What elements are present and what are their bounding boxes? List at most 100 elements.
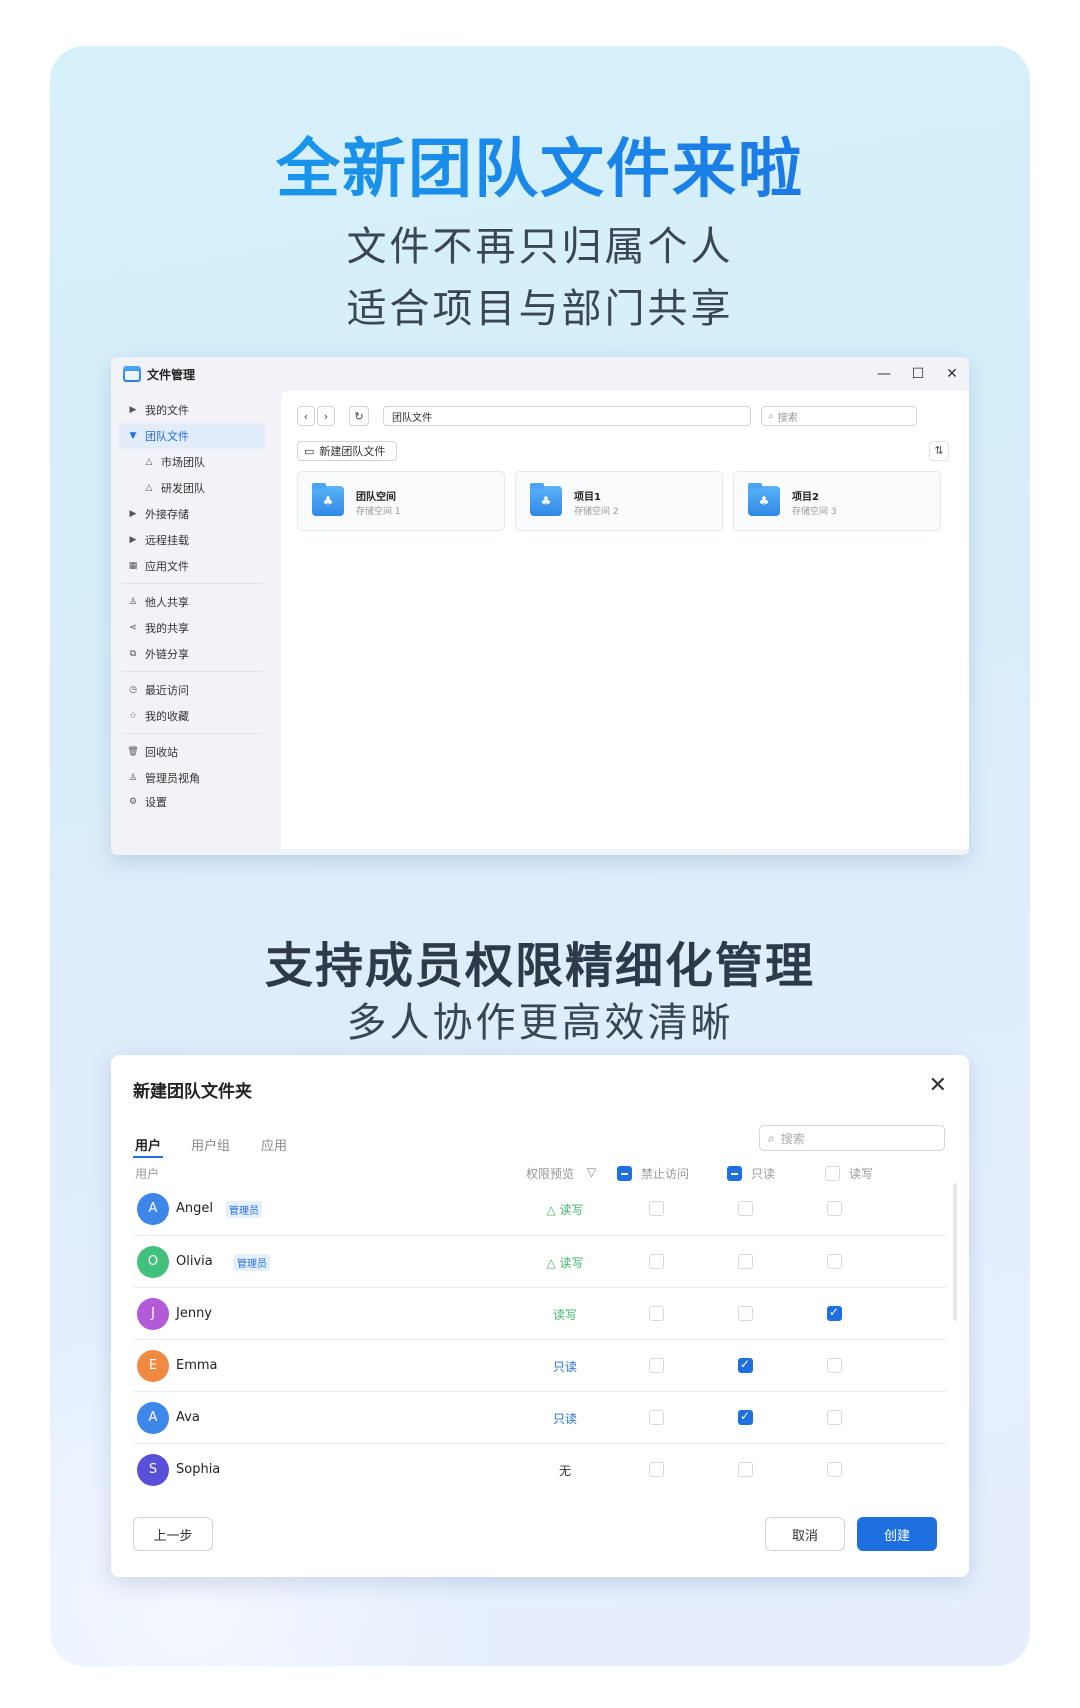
deny-checkbox[interactable] bbox=[649, 1201, 664, 1216]
table-row[interactable]: J Jenny 读写 bbox=[133, 1287, 947, 1339]
chevron-left-icon: ‹ bbox=[303, 409, 309, 423]
sort-button[interactable]: ⇅ bbox=[929, 441, 949, 461]
app-folder-icon bbox=[123, 366, 141, 382]
table-row[interactable]: O Olivia 管理员 △ 读写 bbox=[133, 1235, 947, 1287]
deny-checkbox[interactable] bbox=[649, 1358, 664, 1373]
sidebar-item-app-files[interactable]: ▦ 应用文件 bbox=[119, 553, 265, 579]
column-header-read: 只读 bbox=[751, 1167, 776, 1181]
rw-checkbox[interactable] bbox=[827, 1410, 842, 1425]
refresh-button[interactable]: ↻ bbox=[349, 406, 369, 426]
sidebar-item-team-files[interactable]: ▼ 团队文件 bbox=[119, 423, 265, 449]
deny-checkbox[interactable] bbox=[649, 1462, 664, 1477]
sidebar-item-my-shares[interactable]: ⋖ 我的共享 bbox=[119, 615, 265, 641]
search-input[interactable]: ⌕ 搜索 bbox=[759, 1125, 945, 1151]
folder-tile[interactable]: ♣ 项目2 存储空间 3 bbox=[733, 471, 941, 531]
rw-checkbox[interactable] bbox=[827, 1254, 842, 1269]
sidebar-item-label: 他人共享 bbox=[145, 596, 189, 609]
rw-checkbox[interactable] bbox=[827, 1462, 842, 1477]
folder-name: 项目2 bbox=[792, 492, 819, 503]
sidebar-item-shared-with-me[interactable]: ♙ 他人共享 bbox=[119, 589, 265, 615]
sidebar-item-label: 研发团队 bbox=[161, 482, 205, 495]
sidebar-item-admin-view[interactable]: ♙ 管理员视角 bbox=[119, 765, 265, 791]
sidebar-item-recent[interactable]: ◷ 最近访问 bbox=[119, 677, 265, 703]
close-icon[interactable]: ✕ bbox=[929, 1073, 947, 1098]
scrollbar[interactable] bbox=[953, 1183, 957, 1321]
search-input[interactable]: ⌕ 搜索 bbox=[761, 406, 917, 426]
sidebar-item-settings[interactable]: ⚙ 设置 bbox=[119, 789, 265, 815]
read-checkbox[interactable] bbox=[738, 1254, 753, 1269]
folder-name: 项目1 bbox=[574, 492, 601, 503]
trash-icon: 🗑 bbox=[127, 747, 139, 757]
path-bar[interactable]: 团队文件 bbox=[383, 406, 751, 426]
folder-tile[interactable]: ♣ 项目1 存储空间 2 bbox=[515, 471, 723, 531]
minimize-button[interactable]: — bbox=[875, 365, 893, 383]
read-checkbox[interactable] bbox=[738, 1462, 753, 1477]
path-text: 团队文件 bbox=[392, 412, 432, 424]
hero-line-1: 文件不再只归属个人 bbox=[346, 224, 734, 270]
sidebar-item-favorites[interactable]: ☆ 我的收藏 bbox=[119, 703, 265, 729]
sidebar-item-label: 我的文件 bbox=[145, 404, 189, 417]
folder-storage: 存储空间 3 bbox=[792, 507, 837, 517]
read-checkbox[interactable] bbox=[738, 1357, 753, 1373]
deny-checkbox[interactable] bbox=[649, 1254, 664, 1269]
deny-checkbox[interactable] bbox=[649, 1410, 664, 1425]
column-header-preview: 权限预览 bbox=[526, 1167, 575, 1181]
folder-tile[interactable]: ♣ 团队空间 存储空间 1 bbox=[297, 471, 505, 531]
forward-button[interactable]: › bbox=[317, 406, 335, 426]
admin-badge: 管理员 bbox=[226, 1201, 262, 1218]
deny-checkbox[interactable] bbox=[649, 1306, 664, 1321]
sidebar-item-label: 团队文件 bbox=[145, 430, 189, 443]
folder-name: 团队空间 bbox=[356, 492, 396, 503]
rw-all-checkbox[interactable] bbox=[825, 1166, 840, 1181]
permission-preview: 只读 bbox=[552, 1412, 577, 1426]
window-title: 文件管理 bbox=[147, 367, 196, 382]
previous-step-button[interactable]: 上一步 bbox=[133, 1517, 213, 1551]
tab-apps[interactable]: 应用 bbox=[261, 1135, 287, 1154]
maximize-button[interactable]: ☐ bbox=[909, 365, 927, 383]
close-button[interactable]: ✕ bbox=[943, 365, 961, 383]
folder-storage: 存储空间 1 bbox=[356, 507, 401, 517]
sidebar-item-label: 设置 bbox=[145, 796, 167, 809]
deny-all-checkbox[interactable] bbox=[617, 1166, 632, 1181]
table-row[interactable]: E Emma 只读 bbox=[133, 1339, 947, 1391]
new-team-file-button[interactable]: ▭ 新建团队文件 bbox=[297, 441, 397, 461]
sidebar-item-link-shares[interactable]: ⧉ 外链分享 bbox=[119, 641, 265, 667]
sidebar-item-label: 最近访问 bbox=[145, 684, 189, 697]
rw-checkbox[interactable] bbox=[827, 1305, 842, 1321]
sidebar-divider bbox=[121, 671, 263, 672]
gear-icon: ⚙ bbox=[128, 797, 138, 807]
tab-users[interactable]: 用户 bbox=[135, 1135, 161, 1154]
sidebar-item-external-storage[interactable]: ▶ 外接存储 bbox=[119, 501, 265, 527]
sidebar-item-trash[interactable]: 🗑 回收站 bbox=[119, 739, 265, 765]
tab-user-groups[interactable]: 用户组 bbox=[191, 1135, 230, 1154]
permission-preview: 只读 bbox=[552, 1360, 577, 1374]
user-name: Emma bbox=[176, 1358, 218, 1373]
table-row[interactable]: S Sophia 无 bbox=[133, 1443, 947, 1495]
chevron-right-icon: › bbox=[323, 409, 329, 423]
promo-page: 全新团队文件来啦 文件不再只归属个人 适合项目与部门共享 文件管理 — ☐ ✕ … bbox=[0, 0, 1080, 1708]
sidebar-item-market-team[interactable]: △ 市场团队 bbox=[119, 449, 265, 475]
sidebar-item-rd-team[interactable]: △ 研发团队 bbox=[119, 475, 265, 501]
cancel-button[interactable]: 取消 bbox=[765, 1517, 845, 1551]
avatar: E bbox=[137, 1350, 169, 1382]
sidebar-item-label: 市场团队 bbox=[161, 456, 205, 469]
read-all-checkbox[interactable] bbox=[727, 1166, 742, 1181]
create-button[interactable]: 创建 bbox=[857, 1517, 937, 1551]
sidebar-divider bbox=[121, 733, 263, 734]
rw-checkbox[interactable] bbox=[827, 1201, 842, 1216]
filter-icon[interactable]: ▽ bbox=[587, 1165, 596, 1179]
back-button[interactable]: ‹ bbox=[297, 406, 315, 426]
team-folder-icon: ♣ bbox=[530, 483, 562, 516]
table-row[interactable]: A Ava 只读 bbox=[133, 1391, 947, 1443]
sidebar-item-label: 我的共享 bbox=[145, 622, 189, 635]
search-icon: ⌕ bbox=[768, 1130, 775, 1145]
apps-icon: ▦ bbox=[128, 561, 138, 571]
title-bar: 文件管理 bbox=[111, 357, 969, 391]
sidebar-item-my-files[interactable]: ▶ 我的文件 bbox=[119, 397, 265, 423]
sidebar-item-remote-mount[interactable]: ▶ 远程挂载 bbox=[119, 527, 265, 553]
read-checkbox[interactable] bbox=[738, 1409, 753, 1425]
read-checkbox[interactable] bbox=[738, 1201, 753, 1216]
table-row[interactable]: A Angel 管理员 △ 读写 bbox=[133, 1183, 947, 1235]
read-checkbox[interactable] bbox=[738, 1306, 753, 1321]
rw-checkbox[interactable] bbox=[827, 1358, 842, 1373]
